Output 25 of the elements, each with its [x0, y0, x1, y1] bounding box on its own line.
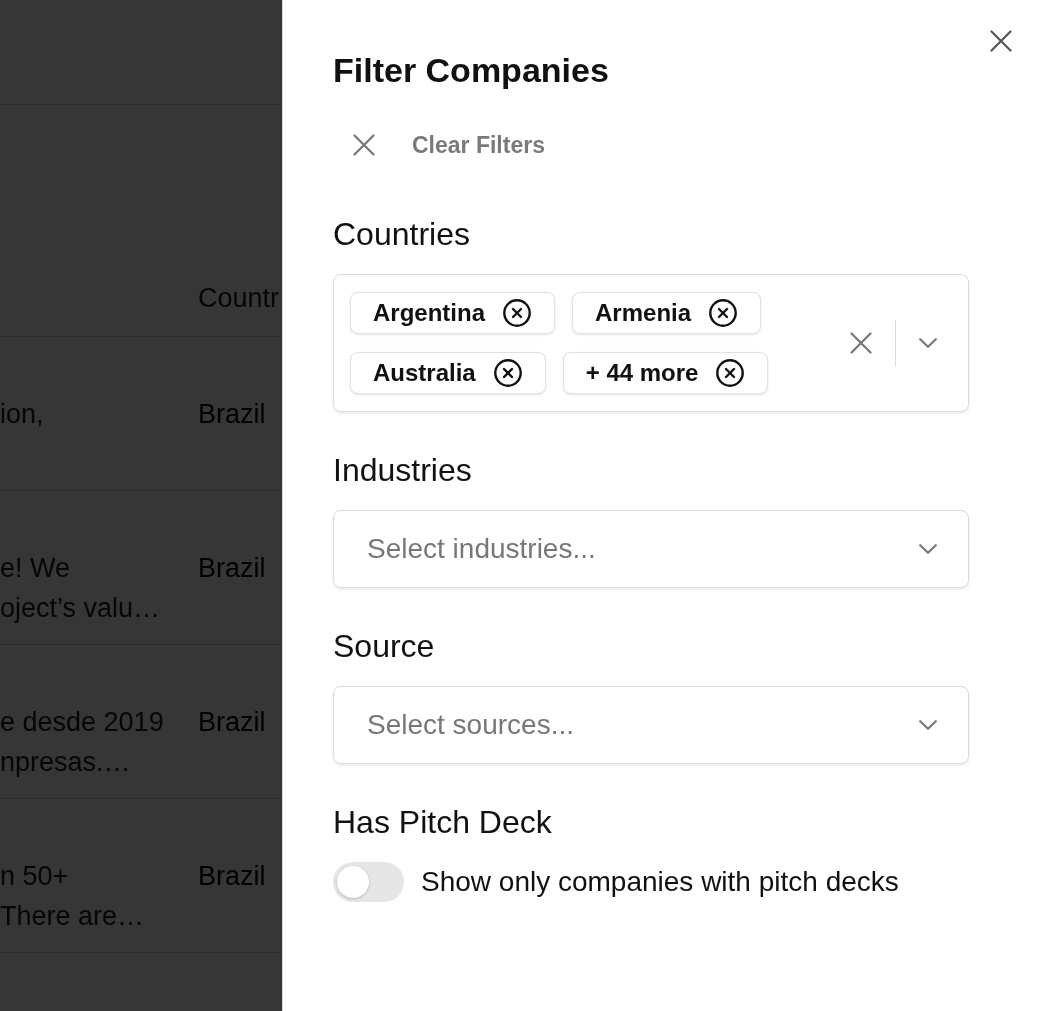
tag-label: Australia	[373, 358, 476, 388]
section-label: Has Pitch Deck	[333, 803, 552, 842]
clear-filters-button[interactable]: Clear Filters	[333, 121, 561, 169]
chevron-down-icon	[919, 720, 937, 730]
circle-x-icon[interactable]	[716, 359, 745, 387]
toggle-switch[interactable]	[333, 862, 404, 902]
x-icon[interactable]	[850, 332, 872, 354]
multiselect-field[interactable]: Argentina Armenia Australia + 44 more	[333, 274, 969, 412]
circle-x-icon[interactable]	[709, 299, 738, 327]
dropdown-field[interactable]: Select sources...	[333, 686, 969, 764]
tag-label: + 44 more	[585, 358, 699, 388]
tag-label: Argentina	[373, 298, 485, 328]
toggle-label: Show only companies with pitch decks	[421, 865, 899, 899]
panel-title: Filter Companies	[333, 50, 609, 91]
close-icon[interactable]	[990, 30, 1012, 52]
section-label: Source	[333, 627, 435, 666]
chevron-down-icon	[919, 544, 937, 554]
tag-label: Armenia	[595, 298, 692, 328]
section-label: Countries	[333, 215, 470, 254]
circle-x-icon[interactable]	[503, 299, 531, 327]
section-label: Industries	[333, 451, 472, 490]
dropdown-field[interactable]: Select industries...	[333, 510, 969, 588]
circle-x-icon[interactable]	[493, 359, 522, 387]
x-icon	[353, 134, 375, 156]
chevron-down-icon[interactable]	[919, 338, 937, 348]
